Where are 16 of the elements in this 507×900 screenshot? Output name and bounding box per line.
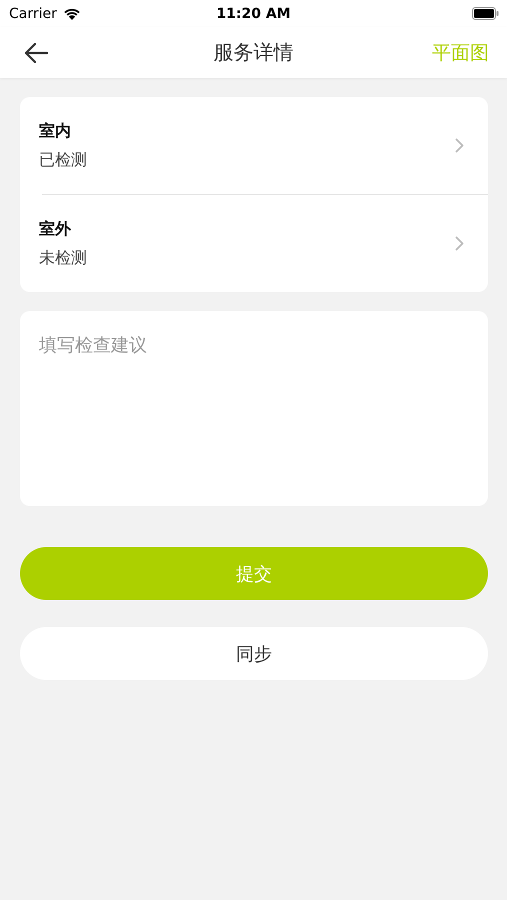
battery-icon — [472, 7, 499, 20]
wifi-icon — [62, 7, 81, 20]
area-status: 未检测 — [39, 248, 87, 268]
back-button[interactable] — [22, 40, 50, 64]
sync-button[interactable]: 同步 — [20, 627, 488, 680]
suggestion-field[interactable]: 填写检查建议 — [20, 311, 488, 506]
area-name: 室内 — [39, 120, 72, 142]
area-row[interactable]: 室外 未检测 — [20, 195, 488, 292]
page-title: 服务详情 — [214, 39, 294, 66]
chevron-right-icon — [455, 138, 464, 153]
area-status: 已检测 — [39, 150, 87, 170]
status-time: 11:20 AM — [216, 6, 291, 22]
area-row[interactable]: 室内 已检测 — [20, 97, 488, 194]
area-name: 室外 — [39, 218, 72, 240]
chevron-right-icon — [455, 236, 464, 251]
carrier-name: Carrier — [9, 6, 57, 22]
